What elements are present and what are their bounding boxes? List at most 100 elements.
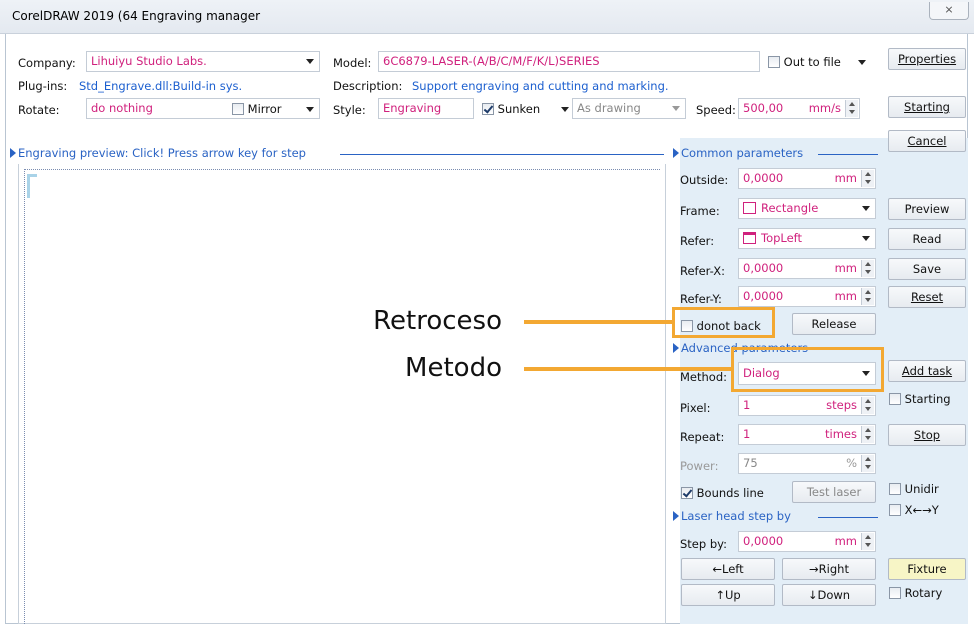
stop-button[interactable]: Stop [888,424,966,446]
divider [340,154,664,155]
release-label: Release [811,317,857,331]
properties-button[interactable]: Properties [888,48,966,70]
rotate-chevron-icon [306,107,314,112]
referx-value: 0,0000 [743,261,784,275]
sunken-chevron-icon[interactable] [561,107,569,112]
highlight-box-metodo [731,347,884,392]
pixel-value: 1 [743,398,751,412]
spin-icon[interactable] [861,533,874,550]
release-button[interactable]: Release [792,313,876,335]
down-button[interactable]: ↓Down [782,584,876,606]
chevron-down-icon [862,236,870,241]
company-value: Lihuiyu Studio Labs. [91,54,207,68]
outside-input[interactable]: 0,0000 mm [738,168,876,189]
model-select[interactable]: 6C6879-LASER-(A/B/C/M/F/K/L)SERIES [378,51,760,72]
unidir-label: Unidir [904,482,939,496]
spin-icon[interactable] [861,426,874,443]
rotary-checkbox[interactable]: Rotary [889,586,942,600]
preview-guide-v [24,169,25,624]
common-params-text: Common parameters [681,146,804,160]
save-button[interactable]: Save [888,258,966,280]
right-button[interactable]: →Right [782,558,876,580]
speed-value: 500,00 [743,101,784,115]
top-left-icon [743,232,756,244]
description-value: Support engraving and cutting and markin… [412,79,669,93]
bounds-line-checkbox[interactable]: Bounds line [681,486,764,500]
checkbox-icon [889,393,901,405]
power-label: Power: [680,459,719,473]
outside-unit: mm [834,171,857,185]
preview-header-text: Engraving preview: Click! Press arrow ke… [18,146,306,160]
close-button[interactable]: ⨯ [929,2,969,20]
fixture-button[interactable]: Fixture [888,558,966,580]
xy-swap-checkbox[interactable]: X←→Y [889,503,939,517]
preview-button[interactable]: Preview [888,198,966,220]
as-drawing-select: As drawing [572,98,686,119]
rotary-label: Rotary [904,586,943,600]
referx-unit: mm [834,261,857,275]
left-button[interactable]: ←Left [681,558,775,580]
model-value: 6C6879-LASER-(A/B/C/M/F/K/L)SERIES [383,54,600,68]
repeat-label: Repeat: [680,430,725,444]
speed-input[interactable]: 500,00 mm/s [738,98,860,119]
as-drawing-value: As drawing [577,101,641,115]
starting-checkbox-label: Starting [904,392,951,406]
refery-unit: mm [834,289,857,303]
starting-checkbox[interactable]: Starting [889,392,951,406]
rotate-select[interactable]: do nothing [86,98,320,119]
spin-icon[interactable] [861,397,874,414]
pixel-label: Pixel: [680,401,711,415]
spin-icon[interactable] [861,170,874,187]
frame-select[interactable]: Rectangle [738,198,876,219]
company-select[interactable]: Lihuiyu Studio Labs. [86,51,320,72]
refer-value: TopLeft [761,231,803,245]
starting-button[interactable]: Starting [888,96,966,118]
window-title: CorelDRAW 2019 (64 Engraving manager [12,9,261,23]
out-to-file-checkbox[interactable]: Out to file [768,55,841,69]
stepby-input[interactable]: 0,0000 mm [738,531,876,552]
repeat-input[interactable]: 1 times [738,424,876,445]
company-label: Company: [18,56,76,70]
rotate-label: Rotate: [18,103,60,117]
stop-label: Stop [913,428,941,442]
checkbox-icon [232,103,244,115]
referx-input[interactable]: 0,0000 mm [738,258,876,279]
checkbox-icon [889,587,901,599]
spin-icon[interactable] [845,100,858,117]
divider [818,517,878,518]
save-button-label: Save [912,262,942,276]
outside-value: 0,0000 [743,171,784,185]
cancel-label: Cancel [907,134,947,148]
preview-button-label: Preview [904,202,950,216]
unidir-checkbox[interactable]: Unidir [889,482,939,496]
reset-button[interactable]: Reset [888,286,966,308]
method-label: Method: [680,370,728,384]
rectangle-icon [743,202,756,214]
refer-label: Refer: [680,234,715,248]
highlight-box-retroceso [672,307,775,338]
refery-input[interactable]: 0,0000 mm [738,286,876,307]
description-label: Description: [333,79,403,93]
chevron-down-icon [672,106,680,111]
up-button[interactable]: ↑Up [681,584,775,606]
preview-guide-h [24,169,660,170]
read-button[interactable]: Read [888,228,966,250]
right-label: →Right [809,562,849,576]
spin-icon [861,455,874,472]
style-select[interactable]: Engraving [378,98,474,119]
sunken-checkbox[interactable]: Sunken [482,102,540,116]
cancel-button[interactable]: Cancel [888,130,966,152]
engraving-preview-canvas[interactable] [18,164,666,624]
pixel-input[interactable]: 1 steps [738,395,876,416]
mirror-checkbox[interactable]: Mirror [232,102,282,116]
refer-select[interactable]: TopLeft [738,228,876,249]
laser-head-text: Laser head step by [681,509,791,523]
add-task-button[interactable]: Add task [888,360,966,382]
spin-icon[interactable] [861,288,874,305]
read-button-label: Read [912,232,942,246]
out-to-file-chevron-icon[interactable] [858,60,866,65]
reset-button-label: Reset [910,290,944,304]
repeat-value: 1 [743,427,751,441]
spin-horizontal-icon[interactable] [861,260,874,277]
style-label: Style: [333,103,366,117]
